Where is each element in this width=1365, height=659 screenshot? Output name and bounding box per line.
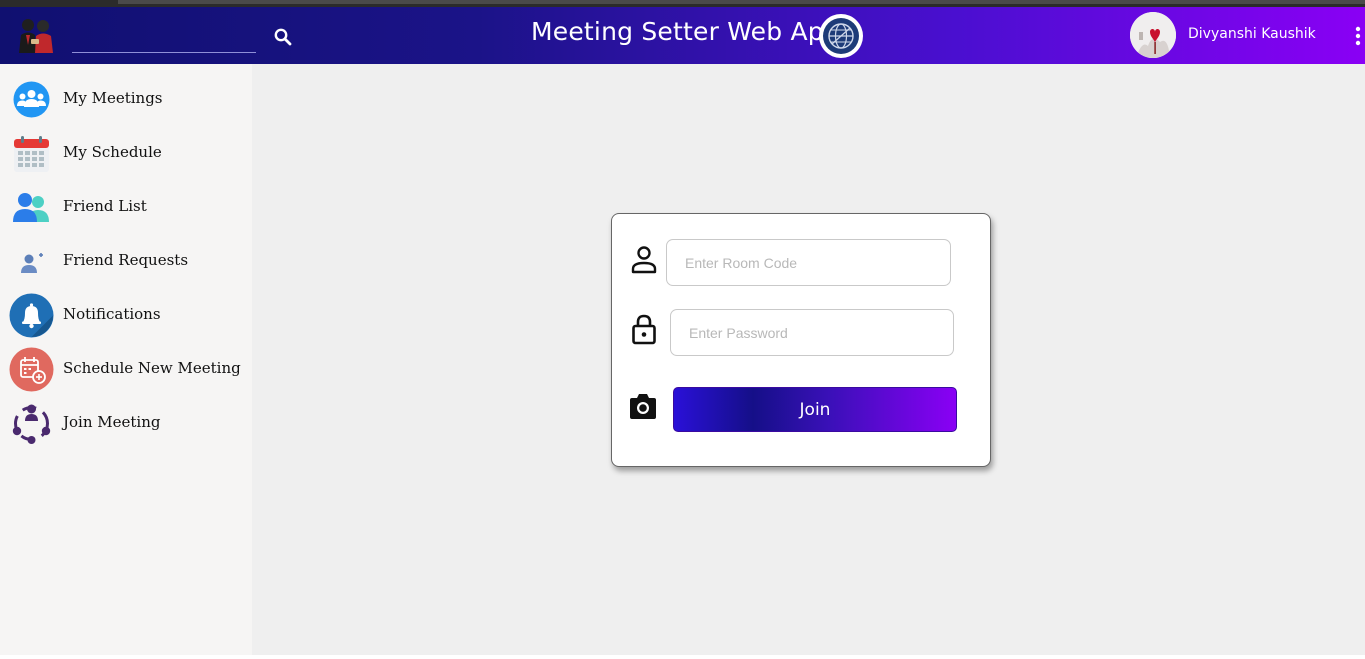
sidebar-item-label: My Meetings — [63, 89, 163, 107]
bottom-edge — [0, 655, 1365, 659]
sidebar-item-label: Friend List — [63, 197, 147, 215]
more-options-icon[interactable] — [1354, 25, 1362, 47]
friends-icon — [9, 185, 54, 230]
sidebar-item-notifications[interactable]: Notifications — [0, 288, 252, 342]
calendar-icon — [9, 131, 54, 176]
bell-icon — [9, 293, 54, 338]
sidebar-item-friend-list[interactable]: Friend List — [0, 180, 252, 234]
globe-icon — [818, 13, 864, 59]
calendar-add-icon — [9, 347, 54, 392]
password-input[interactable] — [670, 309, 954, 356]
group-icon — [9, 77, 54, 122]
join-button[interactable]: Join — [673, 387, 957, 432]
sidebar: My Meetings My Schedule Friend List Frie… — [0, 64, 252, 655]
room-code-input[interactable] — [666, 239, 951, 286]
join-meeting-card: Join — [611, 213, 991, 467]
sidebar-item-schedule-new-meeting[interactable]: Schedule New Meeting — [0, 342, 252, 396]
sidebar-item-label: My Schedule — [63, 143, 162, 161]
sidebar-item-label: Join Meeting — [63, 413, 161, 431]
add-friend-icon — [9, 239, 54, 284]
search-icon[interactable] — [273, 27, 293, 47]
user-avatar[interactable] — [1130, 12, 1176, 58]
sidebar-item-my-schedule[interactable]: My Schedule — [0, 126, 252, 180]
lock-icon — [628, 313, 660, 345]
sidebar-item-friend-requests[interactable]: Friend Requests — [0, 234, 252, 288]
user-name[interactable]: Divyanshi Kaushik — [1188, 26, 1316, 42]
app-title: Meeting Setter Web App — [531, 17, 840, 46]
user-icon — [628, 244, 660, 276]
search-input[interactable] — [72, 19, 256, 52]
sidebar-item-join-meeting[interactable]: Join Meeting — [0, 396, 252, 450]
people-circle-icon — [9, 401, 54, 446]
app-logo[interactable] — [14, 15, 58, 57]
search-box — [72, 19, 256, 53]
browser-top-strip — [0, 0, 1365, 7]
browser-tab-strip — [118, 0, 1365, 4]
sidebar-item-label: Schedule New Meeting — [63, 359, 241, 377]
app-header: Meeting Setter Web App Divyanshi Kaushik — [0, 7, 1365, 64]
sidebar-item-my-meetings[interactable]: My Meetings — [0, 72, 252, 126]
camera-icon[interactable] — [627, 391, 659, 423]
sidebar-item-label: Friend Requests — [63, 251, 189, 269]
sidebar-item-label: Notifications — [63, 305, 161, 323]
